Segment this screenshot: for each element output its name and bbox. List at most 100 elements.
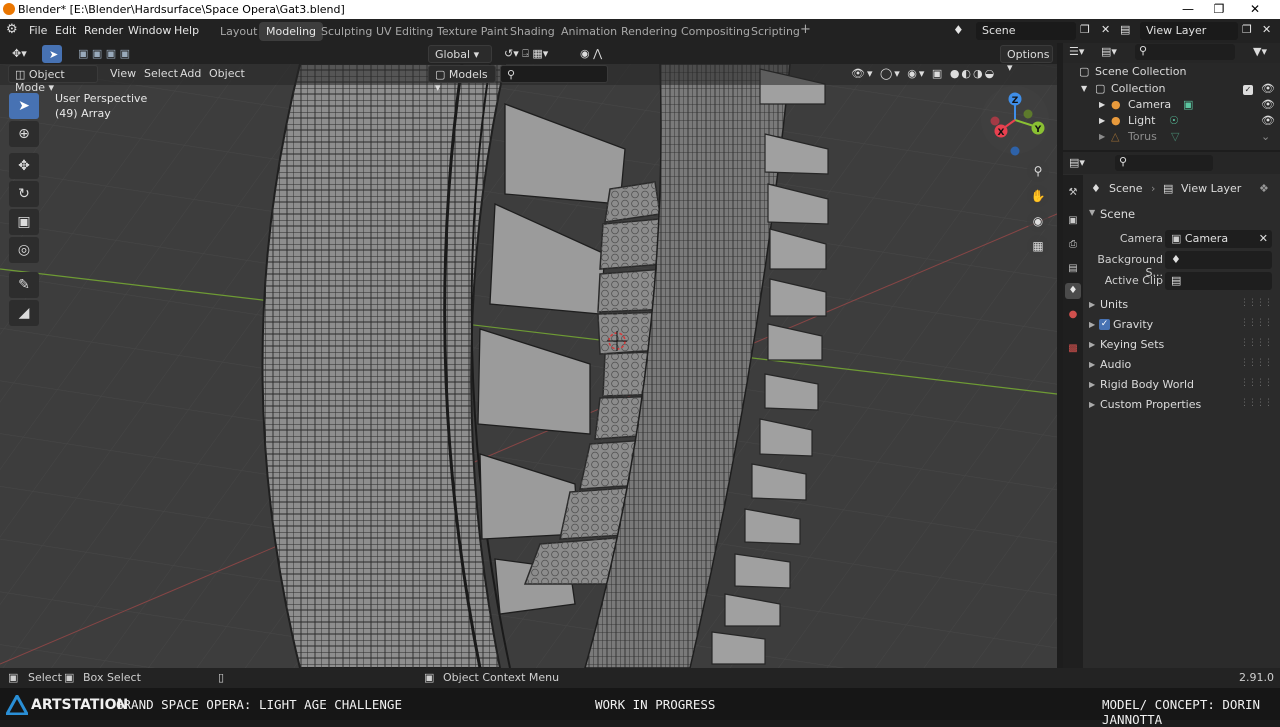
cursor-tool-button[interactable]: ⊕ [9, 121, 39, 147]
outliner-filter-icon[interactable]: ▼▾ [1253, 45, 1267, 58]
texture-tab-icon[interactable]: ▩ [1065, 341, 1081, 357]
outliner-item-camera[interactable]: ▶ ● Camera ▣ 👁 [1063, 98, 1280, 115]
maximize-button[interactable]: ❐ [1211, 2, 1227, 17]
pin-icon[interactable]: ❖ [1259, 182, 1269, 195]
menu-object[interactable]: Object [203, 65, 251, 83]
panel-audio[interactable]: ▶ Audio ⋮⋮⋮⋮ [1063, 358, 1280, 376]
tab-shading[interactable]: Shading [503, 22, 562, 41]
scene-collection-icon: ▢ [1079, 65, 1090, 78]
panel-units[interactable]: ▶ Units ⋮⋮⋮⋮ [1063, 298, 1280, 316]
menu-file[interactable]: File [29, 24, 47, 37]
drag-handle-icon[interactable]: ⋮⋮⋮⋮ [1240, 298, 1273, 308]
rotate-tool-button[interactable]: ↻ [9, 181, 39, 207]
tab-layout[interactable]: Layout [213, 22, 264, 41]
world-tab-icon[interactable]: ● [1065, 307, 1081, 323]
menu-help[interactable]: Help [174, 24, 199, 37]
panel-rigid-body-world[interactable]: ▶ Rigid Body World ⋮⋮⋮⋮ [1063, 378, 1280, 396]
panel-custom-properties[interactable]: ▶ Custom Properties ⋮⋮⋮⋮ [1063, 398, 1280, 416]
drag-handle-icon[interactable]: ⋮⋮⋮⋮ [1240, 358, 1273, 368]
breadcrumb-separator-icon: › [1151, 182, 1156, 195]
scene-selector-icon[interactable]: ♦ [953, 23, 964, 37]
remove-view-layer-icon[interactable]: ✕ [1262, 23, 1271, 36]
render-tab-icon[interactable]: ▣ [1065, 213, 1081, 229]
camera-field[interactable]: ▣ Camera ✕ [1165, 230, 1272, 248]
new-scene-icon[interactable]: ❐ [1080, 23, 1090, 36]
outliner-scene-collection[interactable]: ▢ Scene Collection [1063, 65, 1280, 82]
visibility-eye-icon[interactable]: 👁 [1261, 82, 1275, 95]
drag-handle-icon[interactable]: ⋮⋮⋮⋮ [1240, 318, 1273, 328]
visibility-eye-icon[interactable]: 👁 [1261, 114, 1275, 127]
breadcrumb-view-layer: View Layer [1181, 182, 1242, 195]
scene-field[interactable]: Scene [976, 22, 1076, 40]
expand-icon[interactable]: ▶ [1099, 132, 1105, 141]
menu-window[interactable]: Window [128, 24, 171, 37]
drag-handle-icon[interactable]: ⋮⋮⋮⋮ [1240, 338, 1273, 348]
drag-handle-icon[interactable]: ⋮⋮⋮⋮ [1240, 378, 1273, 388]
outliner-item-collection[interactable]: ▼ ▢ Collection ✓ 👁 [1063, 82, 1280, 99]
visibility-eye-icon[interactable]: 👁 [1261, 98, 1275, 111]
expand-icon[interactable]: ▶ [1099, 100, 1105, 109]
camera-data-icon: ▣ [1183, 98, 1194, 111]
new-view-layer-icon[interactable]: ❐ [1242, 23, 1252, 36]
collection-dropdown[interactable]: ▢ Models ▾ [428, 65, 496, 94]
outliner-item-light[interactable]: ▶ ● Light ☉ 👁 [1063, 114, 1280, 131]
select-box-tool-button[interactable]: ➤ [9, 93, 39, 119]
expand-icon[interactable]: ▼ [1081, 84, 1087, 93]
menu-edit[interactable]: Edit [55, 24, 76, 37]
outliner-display-mode-icon[interactable]: ▤▾ [1101, 45, 1117, 58]
section-collapse-icon[interactable]: ▼ [1089, 208, 1095, 217]
view-layer-field[interactable]: View Layer [1140, 22, 1238, 40]
scroll-down-icon[interactable]: ⌄ [1261, 130, 1270, 143]
tool-tab-icon[interactable]: ⚒ [1065, 185, 1081, 201]
viewport-search-input[interactable]: ⚲ [500, 65, 608, 83]
blender-menu-icon[interactable]: ⚙ [6, 22, 18, 37]
ortho-grid-icon[interactable]: ▦ [1027, 235, 1049, 257]
menu-view[interactable]: View [104, 65, 142, 83]
outliner-search-input[interactable]: ⚲ [1135, 44, 1235, 60]
clear-camera-icon[interactable]: ✕ [1259, 232, 1268, 245]
properties-editor-icon[interactable]: ▤▾ [1069, 156, 1085, 169]
background-scene-field[interactable]: ♦ [1165, 251, 1272, 269]
drag-handle-icon[interactable]: ⋮⋮⋮⋮ [1240, 398, 1273, 408]
orientation-dropdown[interactable]: Global ▾ [428, 45, 492, 63]
wip-label: WORK IN PROGRESS [595, 697, 716, 712]
pivot-snap-icons[interactable]: ↺▾ ⍈ ▦▾ [498, 45, 568, 63]
mode-dropdown[interactable]: ◫ Object Mode ▾ [8, 65, 98, 94]
panel-keying-sets[interactable]: ▶ Keying Sets ⋮⋮⋮⋮ [1063, 338, 1280, 356]
camera-view-icon[interactable]: ◉ [1027, 210, 1049, 232]
zoom-icon[interactable]: ⚲ [1027, 160, 1049, 182]
tab-scripting[interactable]: Scripting [744, 22, 807, 41]
section-scene-header[interactable]: Scene [1100, 207, 1135, 221]
expand-icon[interactable]: ▶ [1099, 116, 1105, 125]
active-tool-icon[interactable]: ➤ [42, 45, 62, 63]
annotate-tool-button[interactable]: ✎ [9, 272, 39, 298]
close-button[interactable]: ✕ [1247, 2, 1263, 17]
move-tool-button[interactable]: ✥ [9, 153, 39, 179]
scene-tab-icon[interactable]: ♦ [1065, 283, 1081, 299]
options-dropdown[interactable]: Options ▾ [1000, 45, 1053, 74]
gravity-checkbox[interactable]: ✓ [1099, 319, 1110, 330]
measure-tool-button[interactable]: ◢ [9, 300, 39, 326]
active-clip-field[interactable]: ▤ [1165, 272, 1272, 290]
editor-type-icon[interactable]: ✥▾ [6, 45, 34, 63]
add-workspace-icon[interactable]: + [800, 22, 811, 37]
properties-search-input[interactable]: ⚲ [1115, 155, 1213, 171]
outliner-item-torus[interactable]: ▶ △ Torus ▽ ⌄ [1063, 130, 1280, 147]
selection-mode-icons[interactable]: ▣ ▣ ▣ ▣ [72, 45, 152, 63]
proportional-edit-icon[interactable]: ◉ ⋀ [574, 45, 614, 63]
scale-tool-button[interactable]: ▣ [9, 209, 39, 235]
outliner-panel: ☰▾ ▤▾ ⚲ ▼▾ ▢ Scene Collection ▼ ▢ Collec… [1063, 43, 1280, 150]
outliner-editor-icon[interactable]: ☰▾ [1069, 45, 1084, 58]
menu-render[interactable]: Render [84, 24, 123, 37]
view-layer-icon[interactable]: ▤ [1120, 23, 1130, 36]
transform-tool-button[interactable]: ◎ [9, 237, 39, 263]
exclude-checkbox[interactable]: ✓ [1243, 85, 1253, 95]
viewport-shading-icons[interactable]: 👁▾ ◯▾ ◉▾ ▣ ●◐◑◒ [845, 65, 1035, 83]
minimize-button[interactable]: — [1180, 2, 1196, 17]
remove-scene-icon[interactable]: ✕ [1101, 23, 1110, 36]
output-tab-icon[interactable]: ⎙ [1065, 237, 1081, 253]
panel-gravity[interactable]: ▶ ✓ Gravity ⋮⋮⋮⋮ [1063, 318, 1280, 336]
view-layer-tab-icon[interactable]: ▤ [1065, 261, 1081, 277]
pan-hand-icon[interactable]: ✋ [1027, 185, 1049, 207]
3d-viewport[interactable]: Z Y X ➤ ⊕ ✥ ↻ ▣ ◎ ✎ ◢ User Perspective (… [0, 64, 1057, 668]
